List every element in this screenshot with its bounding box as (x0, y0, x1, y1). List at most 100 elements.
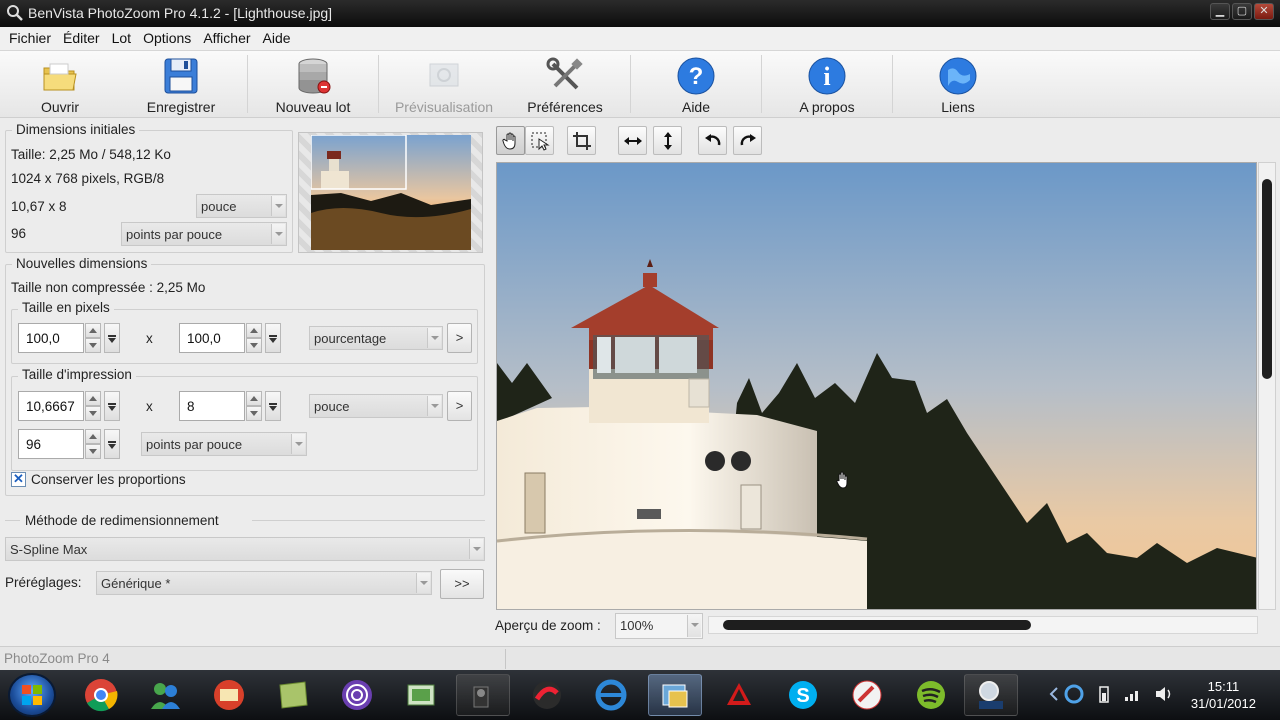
initial-unit-select[interactable]: pouce (196, 194, 287, 218)
select-zoom-button[interactable] (525, 126, 554, 155)
height-pixels-input[interactable]: 100,0 (179, 323, 245, 353)
width-pixels-spinner[interactable] (85, 323, 101, 353)
height-print-menu-button[interactable] (265, 391, 281, 421)
app-icon (7, 5, 23, 21)
signal-icon[interactable] (1124, 686, 1142, 702)
zoom-label: Aperçu de zoom : (495, 618, 601, 633)
spin-down-icon[interactable] (85, 406, 101, 421)
chevron-left-icon[interactable] (1048, 687, 1060, 701)
spin-down-icon[interactable] (85, 444, 101, 459)
links-button[interactable]: Liens (893, 53, 1023, 115)
resize-method-select[interactable]: S-Spline Max (5, 537, 485, 561)
paint-icon (852, 680, 882, 710)
taskbar-paint[interactable] (840, 674, 894, 716)
taskbar-spotify[interactable] (904, 674, 958, 716)
spin-down-icon[interactable] (85, 338, 101, 353)
taskbar-acrobat[interactable] (712, 674, 766, 716)
minimize-icon[interactable]: ▁ (1210, 3, 1230, 20)
menu-help[interactable]: Aide (257, 27, 297, 50)
width-pixels-menu-button[interactable] (104, 323, 120, 353)
resolution-menu-button[interactable] (104, 429, 120, 459)
network-status-icon[interactable] (1064, 684, 1084, 704)
volume-icon[interactable] (1154, 685, 1174, 703)
horizontal-scrollbar[interactable] (708, 616, 1258, 634)
clock[interactable]: 15:11 31/01/2012 (1191, 678, 1256, 712)
fit-width-icon (624, 137, 642, 145)
fit-height-icon (664, 132, 672, 150)
battery-icon[interactable] (1098, 685, 1110, 703)
width-print-spinner[interactable] (85, 391, 101, 421)
navigator-thumbnail[interactable] (298, 132, 483, 253)
close-icon[interactable]: ✕ (1254, 3, 1274, 20)
spin-down-icon[interactable] (246, 406, 262, 421)
menu-options[interactable]: Options (137, 27, 197, 50)
taskbar-photozoom[interactable] (964, 674, 1018, 716)
pixel-unit-select[interactable]: pourcentage (309, 326, 443, 350)
initial-resolution-unit-select[interactable]: points par pouce (121, 222, 287, 246)
initial-resolution-text: 96 (11, 226, 27, 241)
taskbar-mail[interactable] (202, 674, 256, 716)
taskbar-ie[interactable] (584, 674, 638, 716)
vertical-scrollbar[interactable] (1258, 162, 1276, 610)
rotate-left-button[interactable] (698, 126, 727, 155)
start-button[interactable] (8, 673, 56, 717)
preview-canvas[interactable] (496, 162, 1257, 610)
fit-height-button[interactable] (653, 126, 682, 155)
spin-up-icon[interactable] (85, 323, 101, 338)
height-print-input[interactable]: 8 (179, 391, 245, 421)
taskbar-torrent[interactable] (330, 674, 384, 716)
resize-method-value: S-Spline Max (10, 542, 88, 557)
width-pixels-input[interactable]: 100,0 (18, 323, 84, 353)
spin-up-icon[interactable] (246, 323, 262, 338)
resolution-input[interactable]: 96 (18, 429, 84, 459)
fit-width-button[interactable] (618, 126, 647, 155)
taskbar-messenger[interactable] (138, 674, 192, 716)
presets-select[interactable]: Générique * (96, 571, 432, 595)
open-button[interactable]: Ouvrir (0, 53, 125, 115)
menu-file[interactable]: Fichier (3, 27, 57, 50)
spin-up-icon[interactable] (246, 391, 262, 406)
resolution-unit-value: points par pouce (146, 437, 243, 452)
vertical-scroll-thumb[interactable] (1262, 179, 1272, 379)
spin-up-icon[interactable] (85, 391, 101, 406)
taskbar-media[interactable] (394, 674, 448, 716)
about-button[interactable]: i A propos (762, 53, 892, 115)
hand-tool-button[interactable] (496, 126, 525, 155)
menu-batch[interactable]: Lot (106, 27, 137, 50)
width-print-menu-button[interactable] (104, 391, 120, 421)
height-print-spinner[interactable] (246, 391, 262, 421)
taskbar-chrome[interactable] (74, 674, 128, 716)
width-print-input[interactable]: 10,6667 (18, 391, 84, 421)
menu-view[interactable]: Afficher (197, 27, 256, 50)
menu-bar: Fichier Éditer Lot Options Afficher Aide (0, 27, 1280, 51)
print-size-more-button[interactable]: > (447, 391, 472, 421)
keep-ratio-checkbox[interactable] (11, 471, 26, 487)
new-batch-button[interactable]: Nouveau lot (248, 53, 378, 115)
pixel-size-more-button[interactable]: > (447, 323, 472, 353)
help-icon: ? (677, 57, 715, 95)
print-unit-select[interactable]: pouce (309, 394, 443, 418)
chevron-down-icon (291, 434, 305, 454)
preferences-button[interactable]: Préférences (500, 53, 630, 115)
taskbar-notes[interactable] (266, 674, 320, 716)
chevron-down-icon (416, 573, 430, 593)
resolution-unit-select[interactable]: points par pouce (141, 432, 307, 456)
maximize-icon[interactable]: ▢ (1232, 3, 1252, 20)
taskbar-photo-app[interactable] (648, 674, 702, 716)
height-pixels-spinner[interactable] (246, 323, 262, 353)
menu-edit[interactable]: Éditer (57, 27, 106, 50)
taskbar-itunes[interactable] (520, 674, 574, 716)
spin-up-icon[interactable] (85, 429, 101, 444)
crop-button[interactable] (567, 126, 596, 155)
zoom-select[interactable]: 100% (615, 613, 703, 639)
horizontal-scroll-thumb[interactable] (723, 620, 1031, 630)
taskbar-camera[interactable] (456, 674, 510, 716)
height-pixels-menu-button[interactable] (265, 323, 281, 353)
presets-expand-button[interactable]: >> (440, 569, 484, 599)
help-button[interactable]: ? Aide (631, 53, 761, 115)
taskbar-skype[interactable]: S (776, 674, 830, 716)
spin-down-icon[interactable] (246, 338, 262, 353)
save-button[interactable]: Enregistrer (116, 53, 246, 115)
resolution-spinner[interactable] (85, 429, 101, 459)
rotate-right-button[interactable] (733, 126, 762, 155)
